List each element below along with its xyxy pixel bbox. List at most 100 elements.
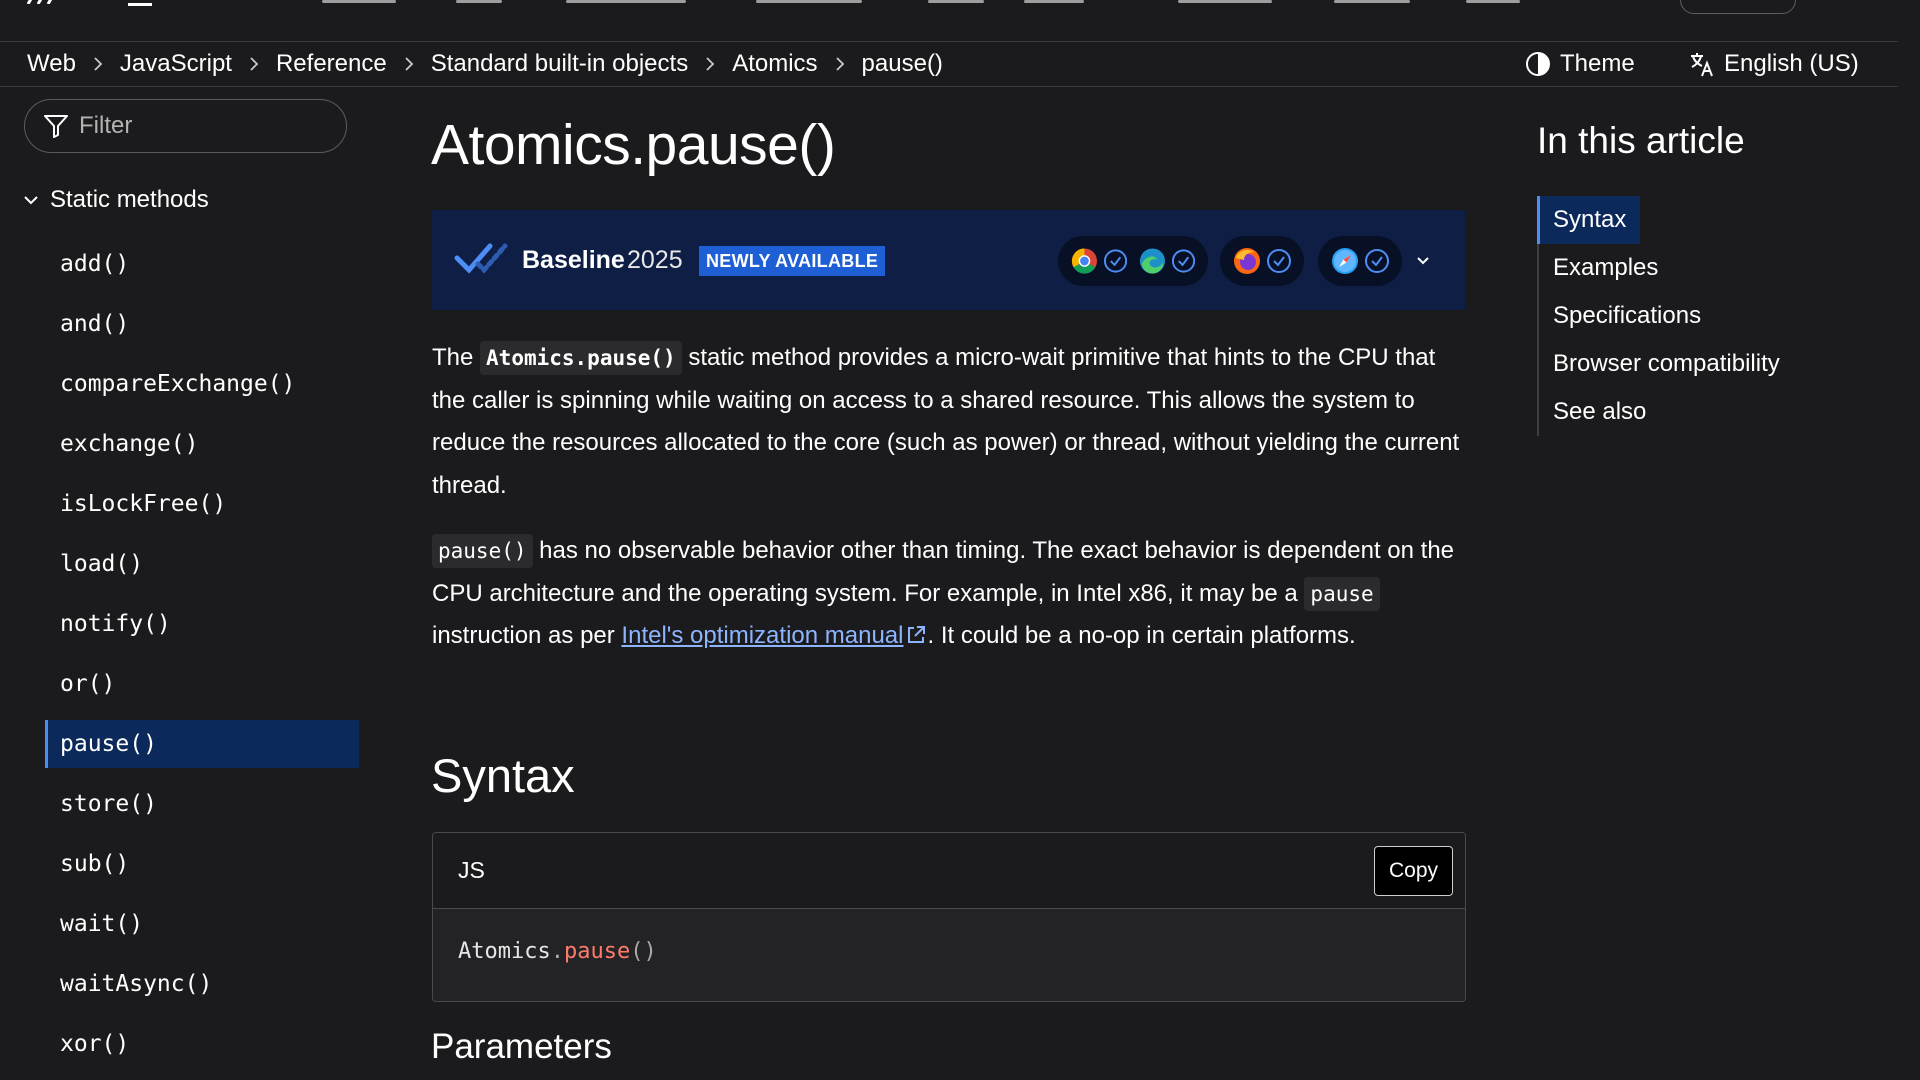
intro-text: The: [432, 344, 481, 371]
code-block-header: JS Copy: [433, 833, 1465, 909]
sidebar-item-label: and(): [60, 311, 130, 337]
language-button[interactable]: English (US): [1688, 42, 1859, 86]
sidebar-item-add[interactable]: add(): [45, 240, 359, 288]
theme-label: Theme: [1560, 50, 1635, 77]
syntax-code-block: JS Copy Atomics.pause(): [432, 832, 1466, 1002]
breadcrumb-web[interactable]: Web: [27, 50, 76, 78]
breadcrumb-current[interactable]: pause(): [862, 50, 943, 78]
chevron-right-icon: [250, 57, 259, 71]
sidebar-item-waitasync[interactable]: waitAsync(): [45, 960, 359, 1008]
baseline-check-icon: [454, 243, 508, 274]
chevron-down-icon: [24, 196, 38, 205]
sidebar-item-label: notify(): [60, 611, 171, 637]
code-snippet: Atomics.pause(): [458, 939, 657, 964]
sidebar-item-label: sub(): [60, 851, 130, 877]
copy-button[interactable]: Copy: [1374, 846, 1453, 896]
toc-item-specifications[interactable]: Specifications: [1539, 292, 1837, 340]
nav-link-stub[interactable]: [566, 0, 686, 3]
nav-link-stub[interactable]: [1178, 0, 1272, 3]
sidebar-item-sub[interactable]: sub(): [45, 840, 359, 888]
chevron-right-icon: [835, 57, 844, 71]
code-block-body: Atomics.pause(): [433, 909, 1465, 1001]
inline-code: pause: [1304, 576, 1380, 611]
behavior-text: . It could be a no-op in certain platfor…: [927, 622, 1356, 649]
translate-icon: [1691, 53, 1713, 77]
supported-check-icon: [1103, 249, 1128, 273]
language-label: English (US): [1724, 50, 1859, 77]
nav-link-stub[interactable]: [1334, 0, 1410, 3]
newly-available-badge: NEWLY AVAILABLE: [699, 246, 886, 276]
breadcrumb-atomics[interactable]: Atomics: [732, 50, 817, 78]
sidebar-item-notify[interactable]: notify(): [45, 600, 359, 648]
sidebar-item-load[interactable]: load(): [45, 540, 359, 588]
baseline-year: 2025: [627, 246, 683, 274]
table-of-contents: Syntax Examples Specifications Browser c…: [1537, 196, 1837, 436]
breadcrumb-reference[interactable]: Reference: [276, 50, 387, 78]
nav-link-stub[interactable]: [1466, 0, 1520, 3]
sidebar-filter[interactable]: [24, 99, 347, 153]
toc-item-syntax[interactable]: Syntax: [1537, 196, 1640, 244]
sidebar-item-label: xor(): [60, 1031, 130, 1057]
browser-group-firefox: [1220, 236, 1304, 286]
sidebar-item-label: store(): [60, 791, 157, 817]
nav-link-stub[interactable]: [1024, 0, 1084, 3]
supported-check-icon: [1365, 249, 1389, 273]
sidebar-item-pause[interactable]: pause(): [45, 720, 359, 768]
theme-button[interactable]: Theme: [1524, 42, 1635, 86]
parameters-heading: Parameters: [431, 1027, 612, 1066]
sidebar-section-title: Static methods: [50, 186, 209, 213]
sidebar-item-label: pause(): [60, 731, 157, 757]
nav-link-stub[interactable]: [928, 0, 984, 3]
menu-icon[interactable]: [128, 0, 152, 8]
theme-icon: [1526, 52, 1550, 76]
toc-item-browser-compatibility[interactable]: Browser compatibility: [1539, 340, 1837, 388]
page-title: Atomics.pause(): [431, 113, 836, 177]
safari-icon: [1332, 248, 1358, 274]
code-language-label: JS: [458, 857, 485, 883]
toc-title: In this article: [1537, 120, 1745, 161]
sidebar-item-and[interactable]: and(): [45, 300, 359, 348]
supported-check-icon: [1171, 249, 1196, 273]
behavior-text: has no observable behavior other than ti…: [432, 537, 1455, 607]
external-link-icon: [908, 626, 926, 643]
sidebar-item-label: wait(): [60, 911, 144, 937]
breadcrumb-javascript[interactable]: JavaScript: [120, 50, 232, 78]
edge-icon: [1139, 248, 1165, 274]
baseline-banner[interactable]: Baseline 2025 NEWLY AVAILABLE: [432, 210, 1465, 310]
sidebar-item-islockfree[interactable]: isLockFree(): [45, 480, 359, 528]
code-dot: .: [550, 939, 564, 964]
code-object: Atomics: [458, 939, 551, 964]
filter-input[interactable]: [79, 112, 319, 140]
intro-paragraph: The Atomics.pause() static method provid…: [432, 337, 1472, 507]
nav-link-stub[interactable]: [756, 0, 862, 3]
sidebar-section-static-methods[interactable]: Static methods: [22, 186, 209, 214]
baseline-label: Baseline: [522, 246, 625, 274]
behavior-text: instruction as per: [432, 622, 622, 649]
chevron-down-icon[interactable]: [1414, 252, 1432, 270]
inline-code: Atomics.pause(): [480, 341, 682, 375]
search-button[interactable]: [1680, 0, 1796, 14]
sidebar-item-or[interactable]: or(): [45, 660, 359, 708]
sidebar-item-store[interactable]: store(): [45, 780, 359, 828]
behavior-paragraph: pause() has no observable behavior other…: [432, 530, 1472, 658]
sidebar-item-exchange[interactable]: exchange(): [45, 420, 359, 468]
breadcrumb-bar: Web JavaScript Reference Standard built-…: [0, 41, 1898, 87]
toc-item-examples[interactable]: Examples: [1539, 244, 1837, 292]
code-parens: (): [630, 939, 657, 964]
sidebar-item-xor[interactable]: xor(): [45, 1020, 359, 1068]
breadcrumb: Web JavaScript Reference Standard built-…: [27, 42, 943, 86]
syntax-heading: Syntax: [431, 749, 575, 802]
nav-link-stub[interactable]: [322, 0, 396, 3]
breadcrumb-standard-objects[interactable]: Standard built-in objects: [431, 50, 688, 78]
intel-manual-link[interactable]: Intel's optimization manual: [621, 622, 903, 649]
sidebar-item-compareexchange[interactable]: compareExchange(): [45, 360, 359, 408]
supported-check-icon: [1267, 249, 1291, 273]
sidebar-item-label: or(): [60, 671, 116, 697]
sidebar-item-wait[interactable]: wait(): [45, 900, 359, 948]
nav-link-stub[interactable]: [456, 0, 502, 3]
sidebar-item-label: waitAsync(): [60, 971, 213, 997]
toc-item-see-also[interactable]: See also: [1539, 388, 1837, 436]
mdn-logo-icon[interactable]: [26, 0, 70, 4]
chevron-right-icon: [405, 57, 413, 71]
sidebar-item-label: exchange(): [60, 431, 199, 457]
